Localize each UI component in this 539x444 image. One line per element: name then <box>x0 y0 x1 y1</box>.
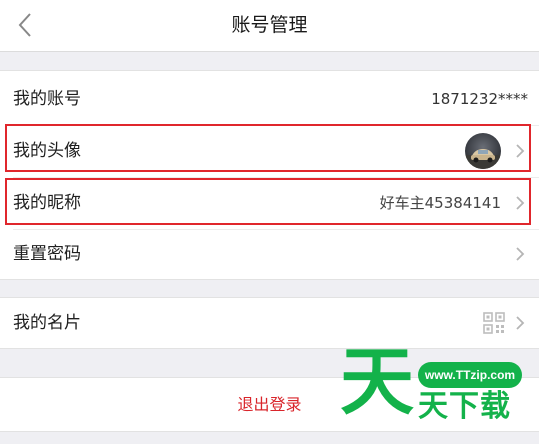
avatar-label: 我的头像 <box>13 141 81 161</box>
qr-code-icon <box>483 312 505 334</box>
page-title: 账号管理 <box>231 14 308 36</box>
card-group: 我的名片 <box>0 297 539 349</box>
avatar-row[interactable]: 我的头像 <box>0 125 539 177</box>
chevron-right-icon <box>516 144 525 158</box>
reset-password-row[interactable]: 重置密码 <box>0 228 539 280</box>
my-card-row[interactable]: 我的名片 <box>0 298 539 348</box>
watermark-logo: 天 <box>340 339 414 425</box>
chevron-right-icon <box>516 247 525 261</box>
nickname-row[interactable]: 我的昵称 好车主45384141 <box>0 177 539 229</box>
header-bar: 账号管理 <box>0 0 539 52</box>
account-value: 1871232**** <box>431 90 528 108</box>
watermark-text: 天下载 <box>418 389 511 424</box>
my-card-label: 我的名片 <box>13 313 81 333</box>
nickname-label: 我的昵称 <box>13 193 81 213</box>
avatar[interactable] <box>465 133 501 169</box>
account-settings-group: 我的账号 1871232**** 我的头像 我的昵称 好车主45384141 重… <box>0 70 539 280</box>
chevron-right-icon <box>516 196 525 210</box>
nickname-value: 好车主45384141 <box>379 194 501 212</box>
account-row: 我的账号 1871232**** <box>0 73 539 125</box>
reset-password-label: 重置密码 <box>13 244 81 264</box>
watermark-url: www.TTzip.com <box>418 362 522 388</box>
chevron-right-icon <box>516 316 525 330</box>
avatar-photo-icon <box>465 133 501 169</box>
account-label: 我的账号 <box>13 89 81 109</box>
